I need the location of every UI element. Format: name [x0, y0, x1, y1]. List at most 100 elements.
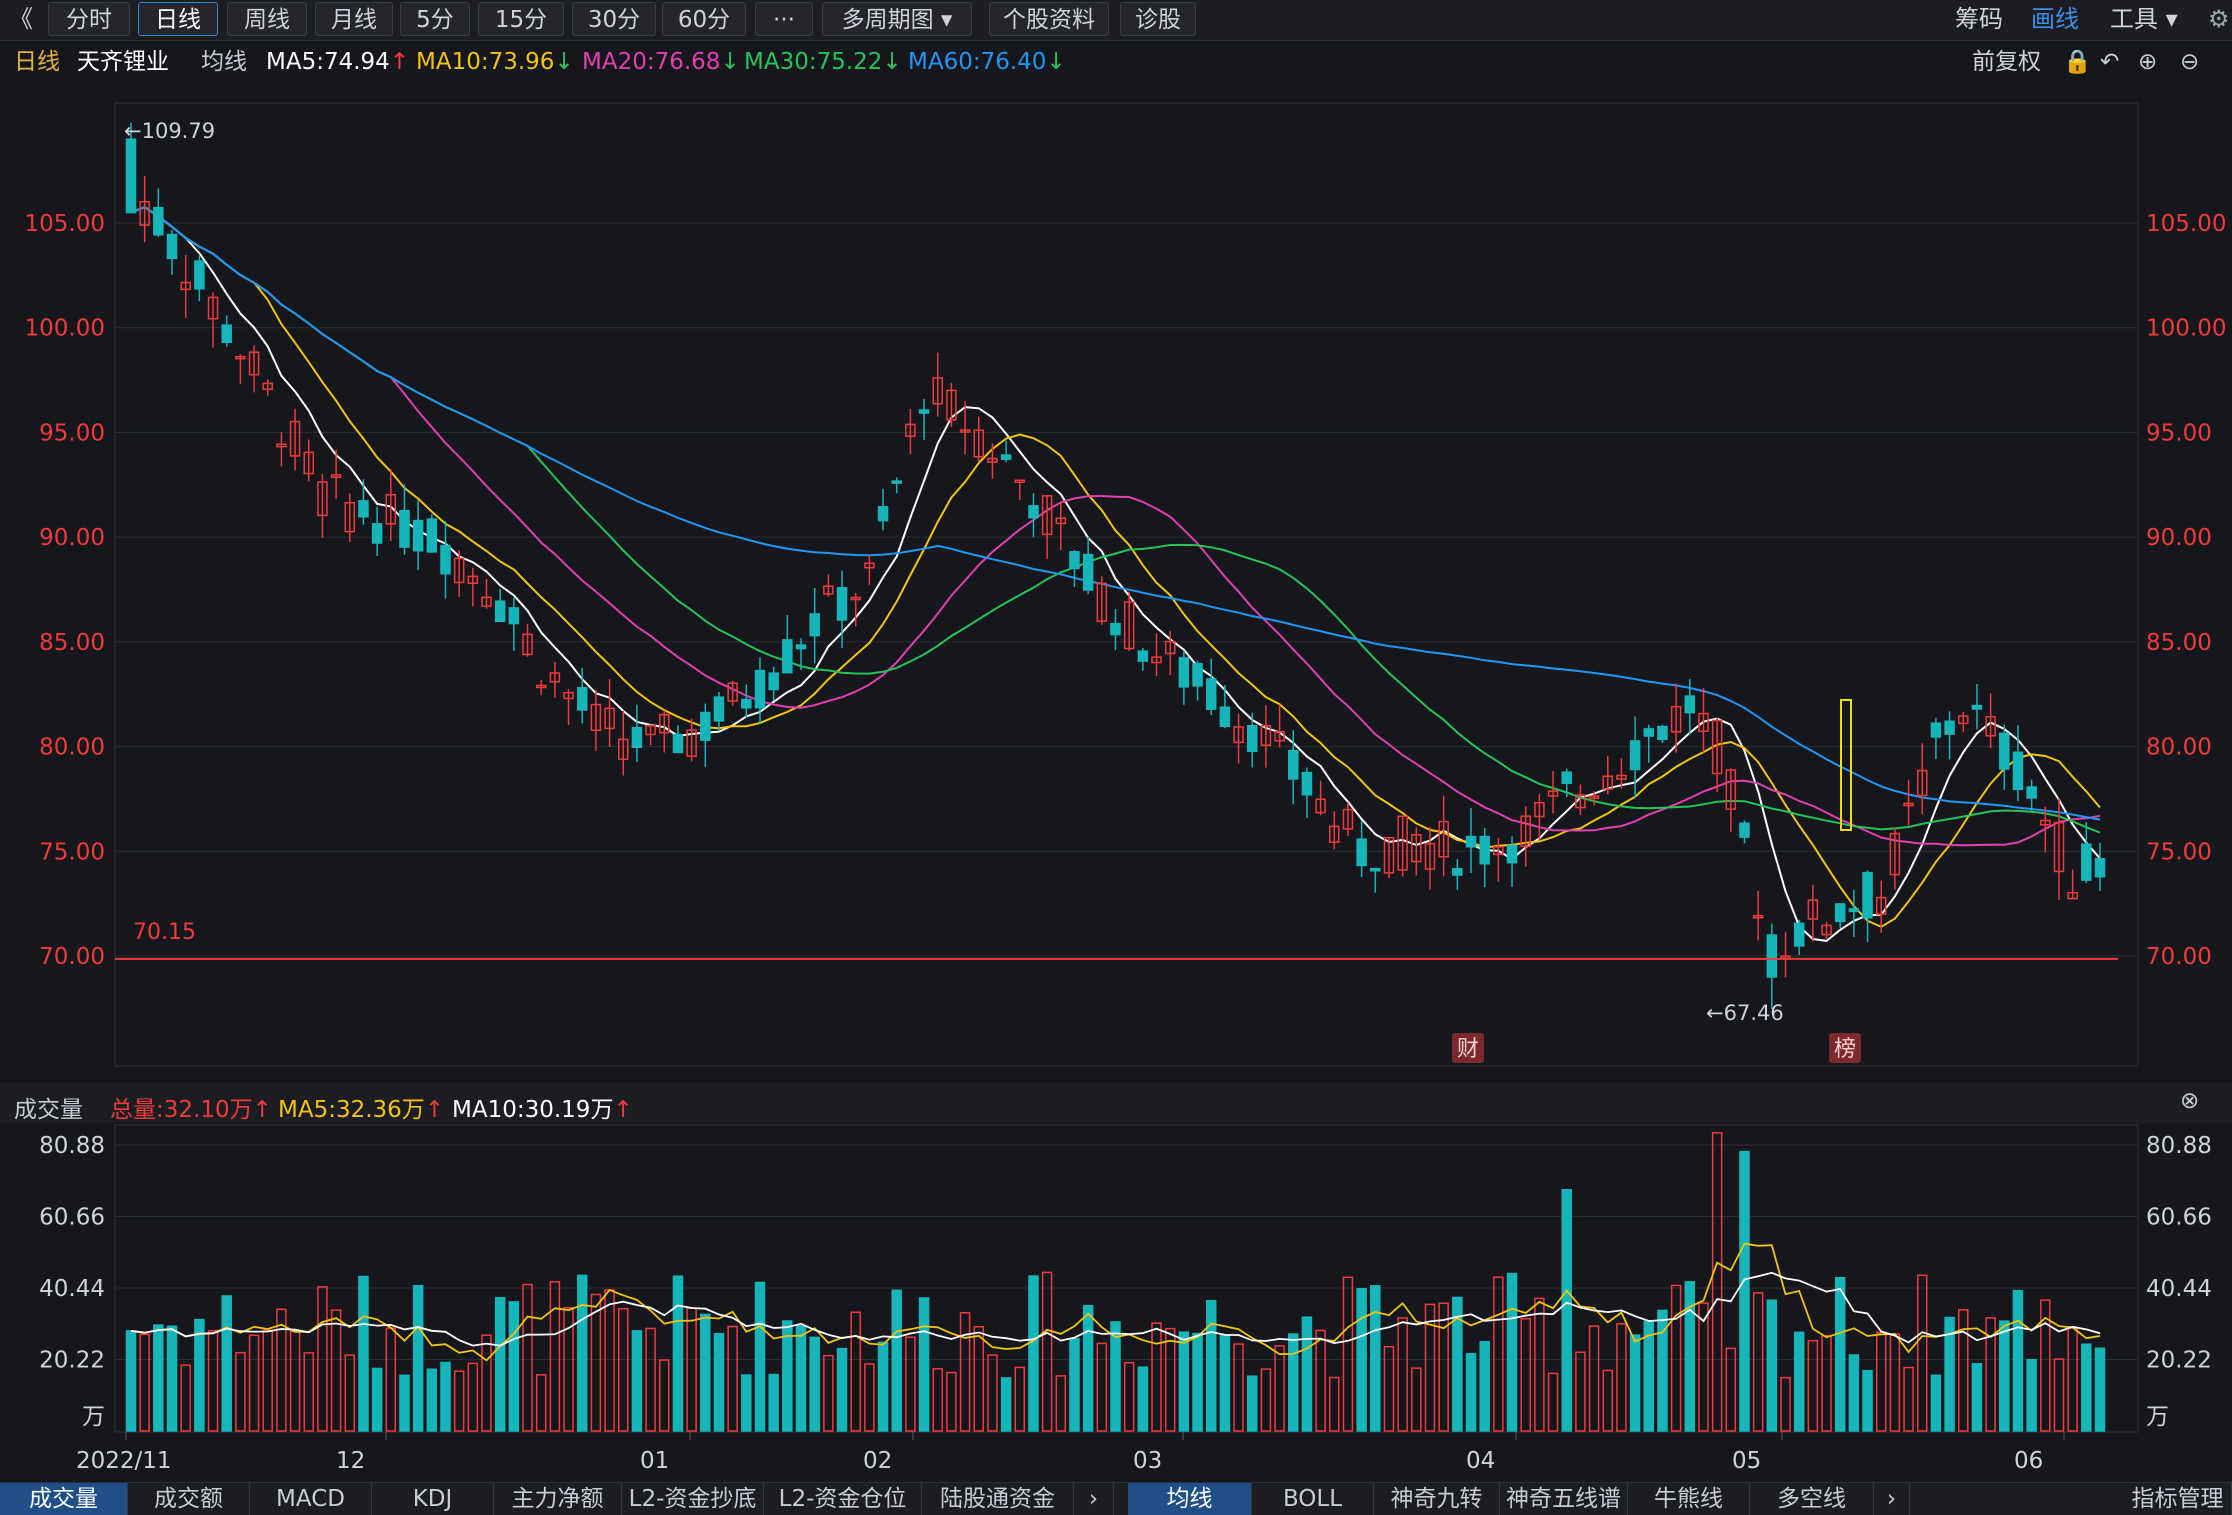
volume-bar — [139, 1333, 150, 1432]
candle-body — [1834, 903, 1846, 923]
indicator-tab-1[interactable]: 成交额 — [128, 1483, 250, 1515]
candle-body — [494, 600, 506, 623]
volume-bar — [1534, 1297, 1545, 1432]
price-tick-right: 100.00 — [2146, 316, 2226, 342]
candle — [1069, 549, 1080, 587]
tab-60min[interactable]: 60分 — [662, 2, 746, 36]
indicator-tab-0[interactable]: 成交量 — [0, 1483, 128, 1515]
candle — [467, 567, 479, 607]
price-tick-left: 75.00 — [39, 839, 105, 865]
overlay-tab-1[interactable]: BOLL — [1252, 1483, 1374, 1515]
candle — [1930, 717, 1942, 760]
candle — [1739, 820, 1750, 844]
candle — [1958, 711, 1969, 733]
volume-bar — [1041, 1271, 1053, 1432]
tab-30min[interactable]: 30分 — [572, 2, 656, 36]
overlay-tab-3[interactable]: 神奇五线谱 — [1500, 1483, 1628, 1515]
more-button[interactable]: ··· — [755, 2, 813, 36]
overlay-tab-5[interactable]: 多空线 — [1750, 1483, 1874, 1515]
scroll-right-icon-2[interactable]: › — [1874, 1483, 1910, 1515]
tab-daily[interactable]: 日线 — [138, 2, 218, 36]
volume-bar — [618, 1308, 629, 1432]
x-tick-label: 02 — [863, 1448, 892, 1474]
chip-distribution-button[interactable]: 筹码 — [1955, 2, 2003, 36]
close-icon[interactable]: ⊗ — [2180, 1088, 2199, 1114]
x-tick-label: 03 — [1133, 1448, 1162, 1474]
volume-bar — [317, 1286, 328, 1432]
volume-bar — [358, 1275, 369, 1432]
indicator-tab-6[interactable]: L2-资金仓位 — [764, 1483, 922, 1515]
candle — [946, 383, 957, 428]
candle — [412, 500, 424, 571]
tab-intraday[interactable]: 分时 — [48, 2, 130, 36]
volume-bar — [1110, 1321, 1121, 1432]
overlay-tab-2[interactable]: 神奇九转 — [1374, 1483, 1500, 1515]
multi-period-button[interactable]: 多周期图 ▾ — [822, 2, 972, 36]
candle — [1547, 771, 1559, 814]
indicator-tab-7[interactable]: 陆股通资金 — [922, 1483, 1074, 1515]
volume-bar — [330, 1309, 342, 1432]
indicator-tab-5[interactable]: L2-资金抄底 — [622, 1483, 764, 1515]
volume-bar — [2053, 1358, 2065, 1432]
candle-body — [877, 506, 889, 522]
candle — [1916, 743, 1928, 815]
indicator-tab-2[interactable]: MACD — [250, 1483, 372, 1515]
candle-body — [809, 613, 820, 637]
volume-bar — [932, 1368, 943, 1432]
candle — [563, 689, 574, 725]
candle-body — [1178, 657, 1190, 688]
candle — [1329, 811, 1340, 850]
candle-body — [2026, 786, 2037, 799]
candle — [1889, 828, 1901, 890]
volume-bar — [1547, 1372, 1559, 1432]
event-badge-label: 财 — [1457, 1037, 1479, 1062]
candle-body — [371, 523, 383, 544]
tab-15min[interactable]: 15分 — [478, 2, 564, 36]
volume-bar — [399, 1374, 410, 1432]
tools-menu-button[interactable]: 工具 ▾ — [2110, 2, 2178, 36]
candle — [180, 254, 191, 318]
candle-body — [1370, 867, 1381, 872]
candle — [371, 506, 383, 556]
selected-candle-highlight — [1840, 699, 1852, 831]
candle-body — [1657, 725, 1668, 741]
diagnose-button[interactable]: 诊股 — [1120, 2, 1196, 36]
candle-body — [576, 687, 588, 711]
indicator-tab-4[interactable]: 主力净额 — [494, 1483, 622, 1515]
draw-line-button[interactable]: 画线 — [2031, 2, 2079, 36]
candle — [2067, 869, 2078, 900]
tab-5min[interactable]: 5分 — [400, 2, 470, 36]
scroll-right-icon[interactable]: › — [1074, 1483, 1114, 1515]
candle — [631, 704, 643, 762]
volume-bar — [1014, 1366, 1026, 1432]
volume-bar — [1999, 1320, 2010, 1432]
volume-bar — [645, 1327, 656, 1432]
candle-body — [399, 509, 410, 548]
candle-body — [631, 726, 643, 748]
indicator-tab-3[interactable]: KDJ — [372, 1483, 494, 1515]
volume-bar — [795, 1325, 807, 1432]
kline-chart[interactable]: 105.00 100.00 95.00 90.00 85.00 80.00 75.00 70.… — [0, 40, 2232, 1480]
candle-body — [221, 324, 232, 344]
candle-body — [1766, 934, 1778, 978]
volume-tick-right: 20.22 — [2146, 1348, 2212, 1374]
stock-profile-button[interactable]: 个股资料 — [989, 2, 1109, 36]
back-button[interactable]: 《 — [6, 2, 36, 36]
tab-weekly[interactable]: 周线 — [227, 2, 307, 36]
candle — [1848, 889, 1860, 938]
candle — [426, 514, 438, 553]
overlay-tab-4[interactable]: 牛熊线 — [1628, 1483, 1750, 1515]
tab-monthly[interactable]: 月线 — [315, 2, 393, 36]
candle — [1096, 576, 1108, 625]
volume-bar — [494, 1296, 506, 1432]
settings-icon[interactable]: ⚙ — [2208, 2, 2230, 36]
volume-bar — [1219, 1335, 1231, 1432]
volume-bar — [1793, 1331, 1805, 1432]
volume-bar — [590, 1293, 602, 1432]
overlay-tab-0[interactable]: 均线 — [1128, 1483, 1252, 1515]
price-tick-right: 75.00 — [2146, 839, 2212, 865]
x-tick-label: 01 — [640, 1448, 669, 1474]
high-label: ←109.79 — [124, 119, 215, 143]
indicator-manage-button[interactable]: 指标管理 — [2124, 1483, 2232, 1515]
volume-bar — [1889, 1333, 1901, 1432]
